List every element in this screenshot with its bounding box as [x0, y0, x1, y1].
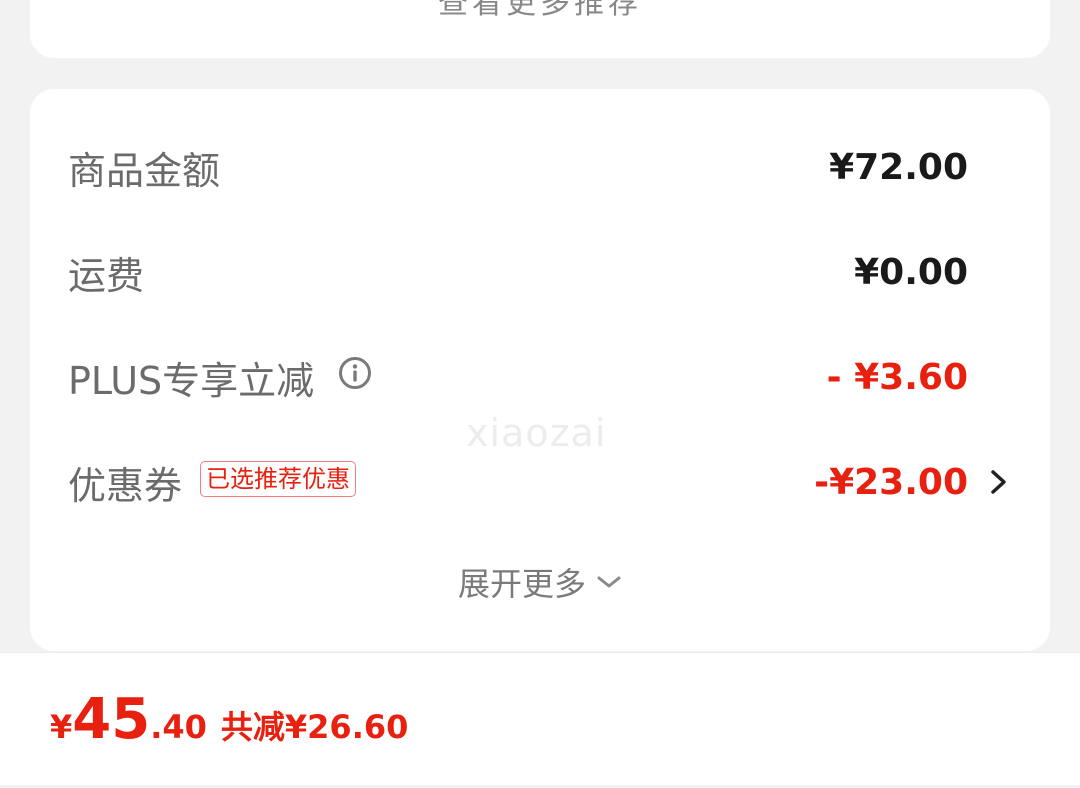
chevron-right-icon[interactable]	[988, 469, 1010, 495]
total-saved: 共减¥26.60	[220, 708, 409, 746]
checkout-bar: ¥ 45 .40 共减¥26.60	[0, 652, 1080, 788]
shipping-fee-value: ¥0.00	[854, 251, 968, 293]
info-icon[interactable]	[338, 356, 372, 390]
expand-more-button[interactable]: 展开更多	[30, 559, 1050, 605]
total-currency: ¥	[50, 708, 73, 746]
price-summary-card: 商品金额 ¥72.00 运费 ¥0.00 PLUS专享立减 - ¥3.60 优惠…	[30, 89, 1050, 651]
goods-amount-label: 商品金额	[68, 148, 221, 193]
total-price: ¥ 45 .40 共减¥26.60	[50, 687, 408, 752]
coupon-label: 优惠券	[68, 463, 183, 508]
goods-amount-row: 商品金额 ¥72.00	[68, 137, 968, 197]
goods-amount-value: ¥72.00	[829, 146, 968, 188]
order-summary-page: 查看更多推荐 商品金额 ¥72.00 运费 ¥0.00 PLUS专享立减 - ¥…	[0, 0, 1080, 788]
shipping-fee-label: 运费	[68, 253, 145, 298]
watermark: xiaozai	[466, 411, 607, 455]
chevron-down-icon	[597, 576, 621, 588]
total-integer: 45	[72, 687, 151, 752]
plus-discount-value: - ¥3.60	[826, 356, 968, 398]
total-decimal: .40	[150, 708, 207, 746]
recommendation-card: 查看更多推荐	[30, 0, 1050, 58]
more-recommendations-link[interactable]: 查看更多推荐	[30, 0, 1050, 22]
coupon-row[interactable]: 优惠券 已选推荐优惠 -¥23.00	[68, 452, 968, 512]
shipping-fee-row: 运费 ¥0.00	[68, 242, 968, 302]
recommended-coupon-tag: 已选推荐优惠	[200, 461, 357, 497]
expand-more-label: 展开更多	[457, 565, 586, 603]
plus-discount-label: PLUS专享立减	[68, 358, 315, 403]
plus-discount-row: PLUS专享立减 - ¥3.60	[68, 347, 968, 407]
coupon-value: -¥23.00	[814, 461, 968, 503]
